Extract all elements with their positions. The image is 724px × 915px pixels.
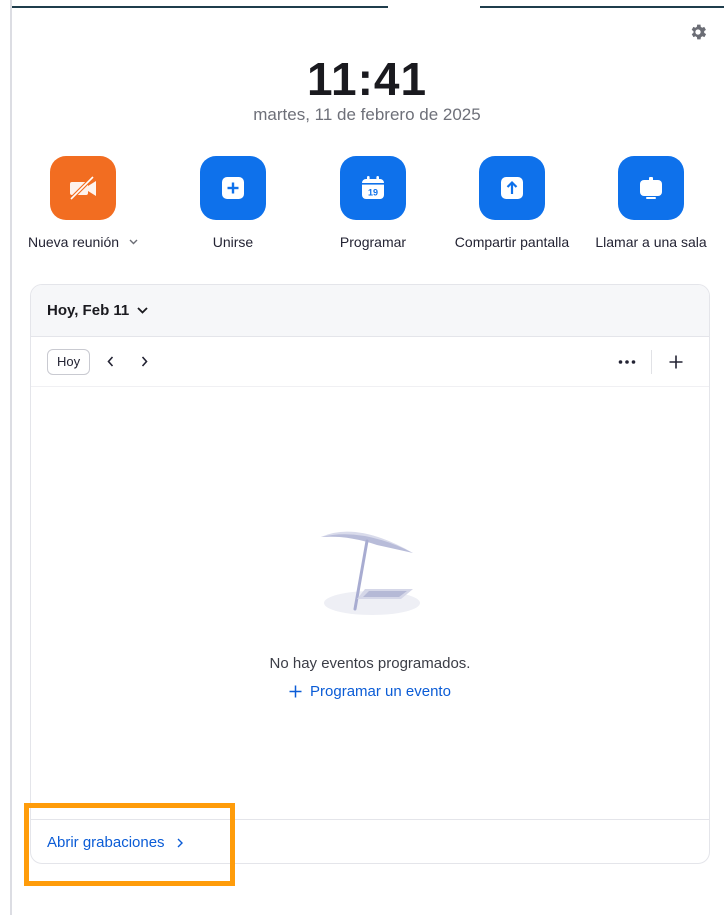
- call-room-label: Llamar a una sala: [595, 234, 707, 250]
- chevron-left-icon: [107, 356, 113, 367]
- schedule-event-label: Programar un evento: [310, 683, 451, 700]
- current-time: 11:41: [306, 53, 428, 105]
- new-meeting-button[interactable]: Nueva reunión: [8, 156, 158, 250]
- open-recordings-link[interactable]: Abrir grabaciones: [47, 834, 183, 851]
- share-screen-icon: [501, 177, 523, 199]
- day-selector-dropdown[interactable]: Hoy, Feb 11: [47, 302, 148, 319]
- tab-bar-line-left: [12, 6, 388, 8]
- call-room-button[interactable]: Llamar a una sala: [576, 156, 724, 250]
- gear-icon: [691, 24, 707, 40]
- calendar-toolbar: Hoy: [31, 337, 709, 387]
- share-screen-tile[interactable]: [479, 156, 545, 220]
- plus-icon: [669, 355, 683, 369]
- settings-button[interactable]: [686, 20, 710, 44]
- window-left-border: [10, 0, 12, 915]
- day-selector-label: Hoy, Feb 11: [47, 302, 130, 319]
- new-meeting-tile[interactable]: [50, 156, 116, 220]
- open-recordings-label: Abrir grabaciones: [47, 834, 165, 851]
- calendar-day-number: 19: [368, 188, 378, 198]
- active-tab-notch: [388, 0, 480, 10]
- schedule-event-link[interactable]: Programar un evento: [31, 683, 709, 700]
- beach-umbrella-illustration: [321, 531, 420, 615]
- current-date: martes, 11 de febrero de 2025: [253, 105, 481, 124]
- call-room-tile[interactable]: [618, 156, 684, 220]
- join-button[interactable]: Unirse: [158, 156, 308, 250]
- chevron-right-icon: [141, 356, 148, 367]
- share-screen-button[interactable]: Compartir pantalla: [437, 156, 587, 250]
- more-dots-icon: [618, 360, 636, 364]
- new-meeting-label: Nueva reunión: [27, 234, 120, 250]
- room-display-icon: [640, 177, 662, 199]
- calendar-panel: Hoy, Feb 11 Hoy No hay eventos programad…: [30, 284, 710, 864]
- chevron-right-icon: [177, 838, 183, 847]
- today-button[interactable]: Hoy: [47, 348, 91, 375]
- next-day-button[interactable]: [130, 349, 158, 375]
- schedule-label: Programar: [339, 234, 407, 250]
- calendar-icon: 19: [362, 176, 384, 199]
- more-options-button[interactable]: [611, 349, 643, 375]
- tab-bar-line-right: [480, 6, 724, 8]
- video-off-icon: [69, 175, 96, 201]
- plus-icon: [222, 177, 244, 199]
- chevron-down-icon: [137, 307, 148, 314]
- plus-icon: [289, 685, 302, 698]
- join-label: Unirse: [212, 234, 254, 250]
- no-events-message: No hay eventos programados.: [269, 655, 471, 672]
- calendar-panel-footer: Abrir grabaciones: [31, 819, 709, 863]
- join-tile[interactable]: [200, 156, 266, 220]
- share-screen-label: Compartir pantalla: [454, 234, 570, 250]
- previous-day-button[interactable]: [96, 349, 124, 375]
- add-event-button[interactable]: [661, 349, 691, 375]
- schedule-button[interactable]: 19 Programar: [298, 156, 448, 250]
- chevron-down-icon[interactable]: [129, 239, 138, 245]
- toolbar-divider: [651, 350, 652, 374]
- calendar-panel-header: Hoy, Feb 11: [31, 285, 709, 337]
- schedule-tile[interactable]: 19: [340, 156, 406, 220]
